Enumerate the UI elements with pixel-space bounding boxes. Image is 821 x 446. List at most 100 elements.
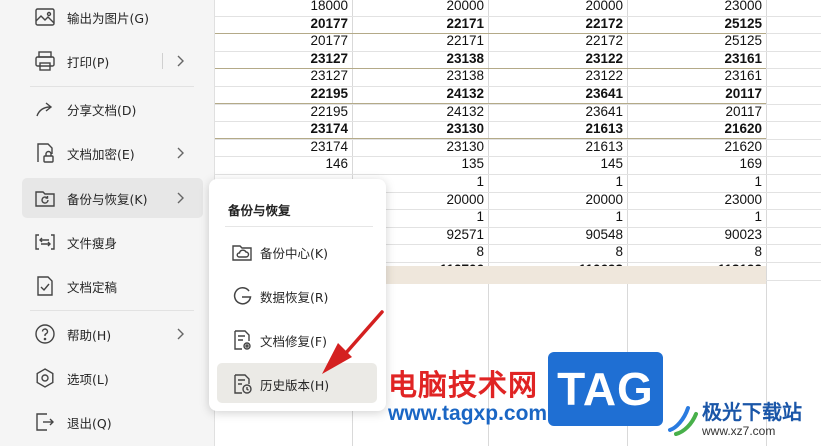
submenu-item-data-recovery[interactable]: 数据恢复(R): [217, 275, 377, 315]
table-cell[interactable]: 23122: [503, 51, 623, 66]
group-separator: [215, 103, 766, 104]
table-cell[interactable]: 22171: [364, 16, 484, 31]
menu-item-encrypt[interactable]: 文档加密(E): [22, 133, 203, 173]
chevron-right-icon[interactable]: [173, 54, 187, 68]
submenu-item-backup-center[interactable]: 备份中心(K): [217, 231, 377, 271]
table-cell[interactable]: 23130: [364, 121, 484, 136]
menu-item-label: 文件瘦身: [67, 235, 118, 251]
table-cell[interactable]: 20177: [228, 16, 348, 31]
table-cell[interactable]: 22171: [364, 33, 484, 48]
watermark-url: www.tagxp.com: [388, 402, 548, 425]
table-cell[interactable]: 23122: [503, 68, 623, 83]
table-cell[interactable]: 20000: [364, 0, 484, 13]
table-cell[interactable]: 23161: [642, 68, 762, 83]
table-cell[interactable]: 21620: [642, 121, 762, 136]
table-cell[interactable]: 23127: [228, 51, 348, 66]
menu-divider: [30, 86, 194, 87]
table-cell[interactable]: 23174: [228, 139, 348, 154]
menu-item-export-image[interactable]: 输出为图片(G): [22, 0, 203, 37]
submenu-title: 备份与恢复: [228, 203, 291, 218]
table-cell[interactable]: 90548: [503, 227, 623, 242]
table-cell[interactable]: 23130: [364, 139, 484, 154]
watermark-site-name: 极光下载站: [702, 400, 802, 424]
table-cell[interactable]: 23000: [642, 0, 762, 13]
table-cell[interactable]: 1: [642, 209, 762, 224]
menu-item-finalize[interactable]: 文档定稿: [22, 266, 203, 306]
table-cell[interactable]: 21613: [503, 139, 623, 154]
backup-center-icon: [232, 245, 252, 261]
exit-icon: [36, 413, 54, 431]
menu-item-share[interactable]: 分享文档(D): [22, 89, 203, 129]
table-cell[interactable]: 20117: [642, 104, 762, 119]
aurora-logo-icon: [668, 406, 698, 436]
menu-item-help[interactable]: 帮助(H): [22, 314, 203, 354]
chevron-right-icon[interactable]: [173, 146, 187, 160]
table-cell[interactable]: 23641: [503, 104, 623, 119]
printer-icon: [35, 51, 55, 71]
image-export-icon: [35, 8, 55, 26]
table-cell[interactable]: 23161: [642, 51, 762, 66]
table-cell[interactable]: 22195: [228, 104, 348, 119]
submenu-item-label: 文档修复(F): [260, 334, 327, 349]
table-cell[interactable]: 20117: [642, 86, 762, 101]
menu-item-options[interactable]: 选项(L): [22, 358, 203, 398]
menu-item-exit[interactable]: 退出(Q): [22, 402, 203, 442]
table-cell[interactable]: 1: [642, 174, 762, 189]
file-menu: 输出为图片(G) 打印(P) 分享文档(D) 文档加密(E) 备份与恢复(K): [0, 0, 215, 446]
group-separator: [215, 138, 766, 139]
menu-item-label: 文档加密(E): [67, 146, 135, 162]
chevron-right-icon[interactable]: [173, 191, 187, 205]
document-repair-icon: [234, 330, 251, 350]
table-cell[interactable]: 20000: [503, 0, 623, 13]
table-cell[interactable]: 23138: [364, 51, 484, 66]
menu-item-label: 退出(Q): [67, 415, 112, 431]
table-cell[interactable]: 135: [364, 156, 484, 171]
table-cell[interactable]: 23000: [642, 192, 762, 207]
table-cell[interactable]: 1: [503, 174, 623, 189]
menu-item-label: 输出为图片(G): [67, 10, 149, 26]
menu-item-label: 打印(P): [67, 54, 110, 70]
table-cell[interactable]: 146: [228, 156, 348, 171]
table-cell[interactable]: 145: [503, 156, 623, 171]
table-cell[interactable]: 25125: [642, 16, 762, 31]
lock-document-icon: [37, 143, 54, 163]
menu-item-file-slim[interactable]: 文件瘦身: [22, 222, 203, 262]
table-cell[interactable]: 23127: [228, 68, 348, 83]
watermark-site-url: www.xz7.com: [702, 424, 776, 438]
menu-item-label: 分享文档(D): [67, 102, 137, 118]
chevron-right-icon[interactable]: [173, 327, 187, 341]
table-cell[interactable]: 8: [503, 244, 623, 259]
table-cell[interactable]: 24132: [364, 104, 484, 119]
table-cell[interactable]: 22195: [228, 86, 348, 101]
table-cell[interactable]: 20000: [503, 192, 623, 207]
table-cell[interactable]: 8: [642, 244, 762, 259]
menu-item-label: 备份与恢复(K): [67, 191, 148, 207]
menu-item-print[interactable]: 打印(P): [22, 41, 203, 81]
menu-item-backup-restore[interactable]: 备份与恢复(K): [22, 178, 203, 218]
table-cell[interactable]: 169: [642, 156, 762, 171]
table-cell[interactable]: 21620: [642, 139, 762, 154]
menu-item-label: 选项(L): [67, 371, 109, 387]
table-cell[interactable]: 21613: [503, 121, 623, 136]
table-cell[interactable]: 23174: [228, 121, 348, 136]
table-cell[interactable]: 90023: [642, 227, 762, 242]
table-cell[interactable]: 1: [503, 209, 623, 224]
table-cell[interactable]: 23641: [503, 86, 623, 101]
table-cell[interactable]: 25125: [642, 33, 762, 48]
table-cell[interactable]: 22172: [503, 33, 623, 48]
submenu-item-label: 备份中心(K): [260, 246, 328, 261]
submenu-item-history-version[interactable]: 历史版本(H): [217, 363, 377, 403]
submenu-item-label: 历史版本(H): [260, 378, 330, 393]
group-separator: [215, 68, 766, 69]
submenu-item-document-repair[interactable]: 文档修复(F): [217, 319, 377, 359]
submenu-divider: [225, 226, 373, 227]
table-cell[interactable]: 18000: [228, 0, 348, 13]
menu-separator: [162, 53, 163, 69]
table-cell[interactable]: 22172: [503, 16, 623, 31]
table-cell[interactable]: 24132: [364, 86, 484, 101]
table-cell[interactable]: 20177: [228, 33, 348, 48]
menu-item-label: 帮助(H): [67, 327, 112, 343]
backup-restore-submenu: 备份与恢复 备份中心(K) 数据恢复(R) 文档修复(F) 历史版本(H): [209, 179, 386, 411]
table-cell[interactable]: 23138: [364, 68, 484, 83]
watermark-site: 极光下载站 www.xz7.com: [662, 392, 821, 446]
